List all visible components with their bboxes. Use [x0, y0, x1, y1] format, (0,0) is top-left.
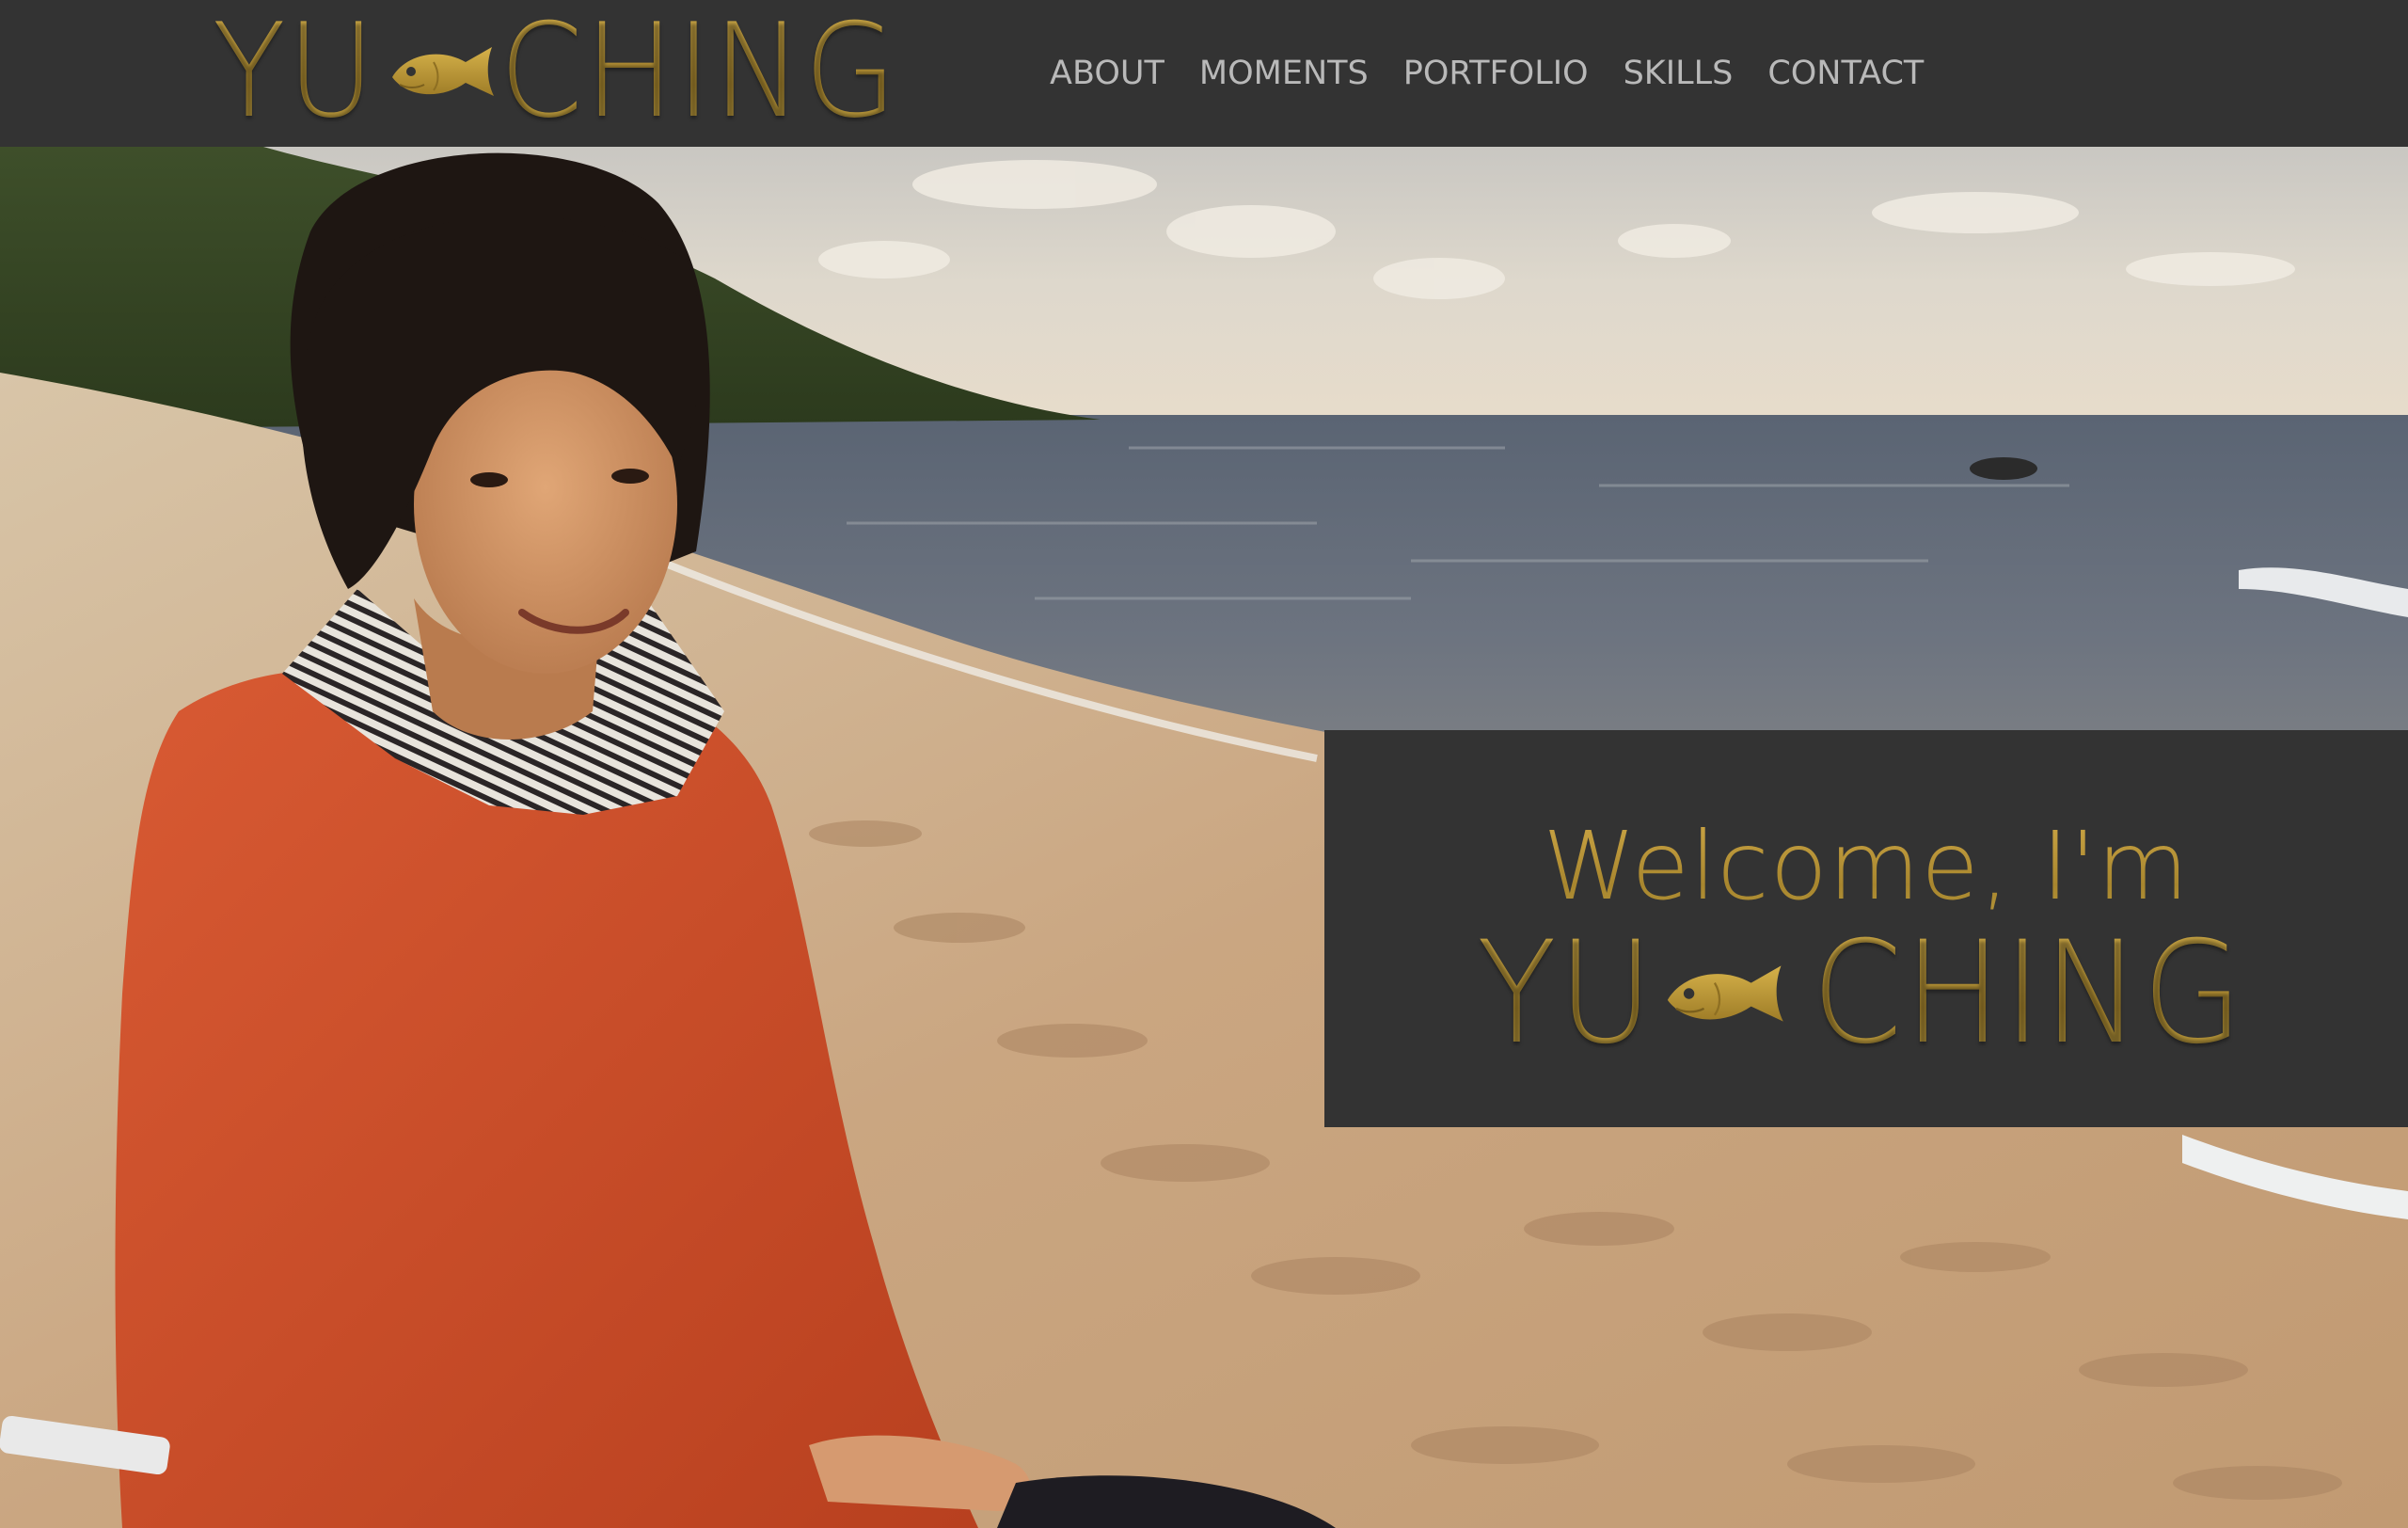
fish-icon [392, 47, 495, 96]
nav-item-contact[interactable]: CONTACT [1767, 49, 1924, 98]
nav-item-about[interactable]: ABOUT [1050, 49, 1164, 98]
hero-section: Welcome, I'm YU CHING [0, 147, 2408, 1528]
welcome-name-right: CHING [1811, 912, 2244, 1075]
welcome-panel: Welcome, I'm YU CHING [1324, 730, 2408, 1127]
nav-item-portfolio[interactable]: PORTFOLIO [1403, 49, 1589, 98]
nav-item-skills[interactable]: SKILLS [1624, 49, 1734, 98]
welcome-name-left: YU [1477, 912, 1656, 1075]
page: YU CHING ABOUT MOMENTS PORTFOLIO SKILLS [0, 0, 2408, 1528]
main-nav: ABOUT MOMENTS PORTFOLIO SKILLS CONTACT [1050, 49, 1958, 98]
site-logo[interactable]: YU CHING [213, 6, 933, 137]
logo-text-left: YU [213, 0, 377, 147]
site-header: YU CHING ABOUT MOMENTS PORTFOLIO SKILLS [0, 0, 2408, 147]
nav-item-moments[interactable]: MOMENTS [1199, 49, 1369, 98]
welcome-greeting: Welcome, I'm [1543, 811, 2190, 921]
logo-text-right: CHING [499, 0, 899, 147]
fish-icon [1667, 965, 1783, 1022]
welcome-name-logo: YU CHING [1469, 923, 2263, 1064]
